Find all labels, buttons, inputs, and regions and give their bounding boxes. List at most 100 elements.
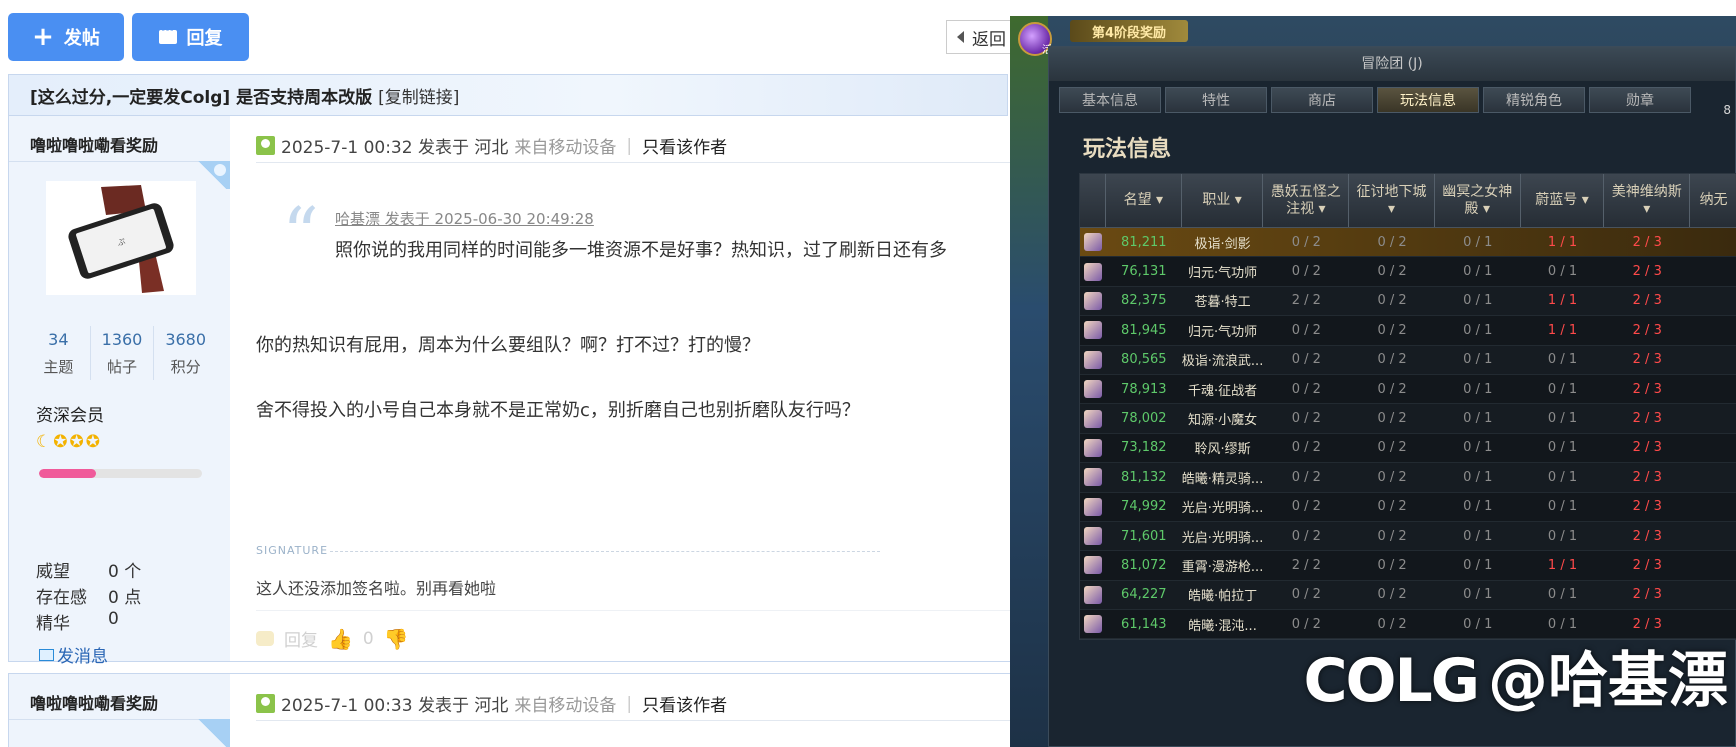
- game-tab[interactable]: 商店: [1271, 87, 1373, 113]
- table-cell: 0 / 1: [1463, 381, 1493, 397]
- separator: |: [626, 135, 633, 156]
- play-info-table: 名望 ▾ 职业 ▾ 愚妖五怪之注视 ▾ 征讨地下城 ▾ 幽冥之女神殿 ▾ 蔚蓝号 ▾ 美神维…: [1079, 173, 1736, 641]
- game-tab[interactable]: 特性: [1165, 87, 1267, 113]
- table-cell: 0 / 2: [1377, 440, 1407, 456]
- game-side-strip: [1010, 16, 1048, 747]
- stat-threads[interactable]: 34 主题: [27, 326, 91, 380]
- table-cell: 苍暮·特工: [1194, 295, 1251, 311]
- post-button[interactable]: + 发帖: [8, 13, 124, 61]
- table-header: 名望 ▾ 职业 ▾ 愚妖五怪之注视 ▾ 征讨地下城 ▾ 幽冥之女神殿 ▾ 蔚蓝号 ▾ 美神维…: [1080, 174, 1736, 228]
- corner-ribbon: [194, 719, 230, 747]
- table-row[interactable]: 81,072 重霄·漫游枪... 2 / 2 0 / 2 0 / 1 1 / 1 2 / 3: [1080, 551, 1736, 581]
- table-cell: [1690, 228, 1736, 256]
- portrait-icon: [1083, 321, 1102, 340]
- column-header[interactable]: 名望 ▾: [1106, 174, 1182, 227]
- table-cell: 2 / 3: [1632, 293, 1662, 309]
- table-row[interactable]: 76,131 归元·气功师 0 / 2 0 / 2 0 / 1 0 / 1 2 / 3: [1080, 257, 1736, 287]
- only-author-link[interactable]: 只看该作者: [642, 691, 727, 716]
- character-portrait: [1080, 434, 1106, 462]
- character-portrait: [1080, 375, 1106, 403]
- column-header[interactable]: 愚妖五怪之注视 ▾: [1263, 174, 1350, 227]
- moon-icon: ☾: [36, 432, 52, 452]
- game-tabs: 基本信息 特性 商店 玩法信息 精锐角色 勋章: [1059, 87, 1691, 113]
- portrait-icon: [1083, 233, 1102, 252]
- copy-link[interactable]: [复制链接]: [378, 83, 459, 108]
- portrait-icon: [1083, 556, 1102, 575]
- reply-icon[interactable]: [256, 631, 274, 646]
- table-cell: 0 / 2: [1377, 587, 1407, 603]
- reply-link[interactable]: 回复: [284, 626, 318, 651]
- column-header[interactable]: 征讨地下城 ▾: [1349, 174, 1435, 227]
- table-row[interactable]: 64,227 皓曦·帕拉丁 0 / 2 0 / 2 0 / 1 0 / 1 2 / 3: [1080, 580, 1736, 611]
- table-cell: 82,375: [1121, 293, 1167, 309]
- table-row[interactable]: 78,002 知源·小魔女 0 / 2 0 / 2 0 / 1 0 / 1 2 / 3: [1080, 404, 1736, 434]
- table-cell: 光启·光明骑...: [1181, 501, 1264, 517]
- table-row[interactable]: 81,945 归元·气功师 0 / 2 0 / 2 0 / 1 1 / 1 2 / 3: [1080, 316, 1736, 346]
- column-header[interactable]: 纳无: [1690, 174, 1736, 227]
- table-cell: 0 / 1: [1547, 440, 1578, 456]
- table-row[interactable]: 81,132 皓曦·精灵骑... 0 / 2 0 / 2 0 / 1 0 / 1 2 / 3: [1080, 463, 1736, 493]
- table-row[interactable]: 82,375 苍暮·特工 2 / 2 0 / 2 0 / 1 1 / 1 2 / 3: [1080, 286, 1736, 317]
- table-row[interactable]: 74,992 光启·光明骑... 0 / 2 0 / 2 0 / 1 0 / 1 2 / 3: [1080, 493, 1736, 522]
- table-cell: [1690, 493, 1736, 521]
- table-row[interactable]: 71,601 光启·光明骑... 0 / 2 0 / 2 0 / 1 0 / 1 2 / 3: [1080, 521, 1736, 552]
- table-cell: 重霄·漫游枪...: [1181, 559, 1264, 575]
- stat-value: 3680: [165, 330, 207, 349]
- table-cell: 0 / 2: [1291, 499, 1321, 515]
- table-row[interactable]: 81,211 极诣·剑影 0 / 2 0 / 2 0 / 1 1 / 1 2 / 3: [1080, 228, 1736, 258]
- thumbs-down-icon[interactable]: 👎: [384, 627, 409, 651]
- back-button[interactable]: 返回: [946, 20, 1016, 54]
- avatar[interactable]: ぷ: [46, 181, 196, 295]
- character-portrait: [1080, 257, 1106, 285]
- envelope-icon: [39, 648, 54, 661]
- character-portrait: [1080, 610, 1106, 638]
- table-cell: 0 / 2: [1377, 557, 1407, 573]
- send-message-link[interactable]: 发消息: [39, 642, 108, 667]
- table-row[interactable]: 78,913 千魂·征战者 0 / 2 0 / 2 0 / 1 0 / 1 2 / 3: [1080, 375, 1736, 405]
- table-cell: 0 / 1: [1463, 557, 1493, 573]
- table-cell: 0 / 1: [1463, 587, 1493, 603]
- character-portrait: [1080, 522, 1106, 550]
- table-cell: 皓曦·混沌...: [1188, 618, 1257, 634]
- table-row[interactable]: 80,565 极诣·流浪武... 0 / 2 0 / 2 0 / 1 0 / 1 2 / 3: [1080, 345, 1736, 375]
- divider: [256, 720, 1011, 721]
- table-cell: 0 / 1: [1463, 411, 1493, 427]
- signature-divider: [330, 551, 880, 552]
- portrait-icon: [1083, 291, 1102, 310]
- game-screenshot: 活 第4阶段奖励 冒险团 (J) 8 基本信息 特性 商店 玩法信息 精锐角色 勋章 玩法…: [1010, 16, 1736, 747]
- post-meta: 2025-7-1 00:33 发表于 河北 来自移动设备 | 只看该作者: [256, 691, 727, 716]
- column-header[interactable]: 蔚蓝号 ▾: [1521, 174, 1605, 227]
- game-tab[interactable]: 精锐角色: [1483, 87, 1585, 113]
- column-header[interactable]: 美神维纳斯 ▾: [1604, 174, 1691, 227]
- corner-value: 8: [1723, 103, 1731, 117]
- post-source: 来自移动设备: [514, 696, 617, 716]
- stat-posts[interactable]: 1360 帖子: [91, 326, 155, 380]
- field-presence: 存在感 0 点: [36, 583, 141, 608]
- column-header[interactable]: 职业 ▾: [1182, 174, 1264, 227]
- table-cell: 0 / 1: [1547, 264, 1578, 280]
- reply-button[interactable]: 回复: [132, 13, 249, 61]
- post-time: 2025-7-1 00:32 发表于 河北: [281, 138, 509, 158]
- portrait-icon: [1083, 262, 1102, 281]
- post-paragraph: 你的热知识有屁用，周本为什么要组队？啊？打不过？打的慢？: [256, 335, 760, 356]
- quote-author-link[interactable]: 哈基漂 发表于 2025-06-30 20:49:28: [335, 208, 594, 229]
- game-tab[interactable]: 勋章: [1589, 87, 1691, 113]
- only-author-link[interactable]: 只看该作者: [642, 133, 727, 158]
- portrait-icon: [1083, 409, 1102, 428]
- table-cell: 知源·小魔女: [1187, 413, 1258, 429]
- table-cell: 2 / 3: [1632, 381, 1662, 397]
- table-cell: 0 / 2: [1377, 234, 1407, 250]
- author-name[interactable]: 噜啦噜啦嘞看奖励: [30, 690, 158, 714]
- table-body: 81,211 极诣·剑影 0 / 20 / 20 / 11 / 12 / 3 76,1…: [1080, 228, 1736, 640]
- quote-mark-icon: “: [282, 192, 319, 276]
- column-header[interactable]: 幽冥之女神殿 ▾: [1435, 174, 1521, 227]
- table-cell: [1690, 463, 1736, 491]
- table-cell: 1 / 1: [1547, 293, 1578, 309]
- table-row[interactable]: 73,182 聆风·缪斯 0 / 2 0 / 2 0 / 1 0 / 1 2 / 3: [1080, 434, 1736, 464]
- game-tab[interactable]: 基本信息: [1059, 87, 1161, 113]
- author-name[interactable]: 噜啦噜啦嘞看奖励: [30, 132, 158, 156]
- thumbs-up-icon[interactable]: 👍: [328, 627, 353, 651]
- window-title: 冒险团 (J): [1049, 47, 1735, 81]
- game-tab[interactable]: 玩法信息: [1377, 87, 1479, 113]
- stat-points[interactable]: 3680 积分: [154, 326, 217, 380]
